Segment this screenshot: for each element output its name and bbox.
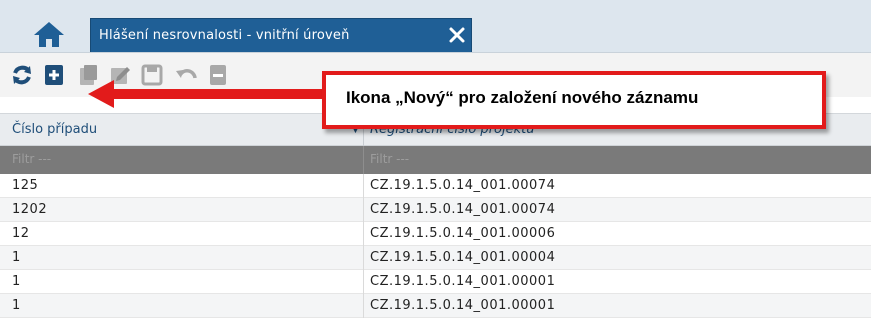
refresh-icon[interactable] <box>10 63 34 87</box>
case-number-cell: 125 <box>12 178 39 193</box>
project-number-cell: CZ.19.1.5.0.14_001.00001 <box>370 298 556 313</box>
callout-text: Ikona „Nový“ pro založení nového záznamu <box>346 88 699 107</box>
home-icon[interactable] <box>32 20 66 48</box>
table-row[interactable]: 1 CZ.19.1.5.0.14_001.00004 <box>0 246 871 270</box>
table-row[interactable]: 1 CZ.19.1.5.0.14_001.00001 <box>0 270 871 294</box>
table-row[interactable]: 12 CZ.19.1.5.0.14_001.00006 <box>0 222 871 246</box>
case-number-cell: 1 <box>12 274 21 289</box>
project-number-cell: CZ.19.1.5.0.14_001.00001 <box>370 274 556 289</box>
callout-box: Ikona „Nový“ pro založení nového záznamu <box>322 71 826 129</box>
filter-input-case-number[interactable]: Filtr --- <box>12 152 51 166</box>
filter-input-project-number[interactable]: Filtr --- <box>370 152 409 166</box>
column-divider <box>363 174 364 198</box>
column-divider <box>363 294 364 318</box>
column-divider <box>363 270 364 294</box>
project-number-cell: CZ.19.1.5.0.14_001.00004 <box>370 250 556 265</box>
column-divider <box>363 222 364 246</box>
column-divider <box>363 246 364 270</box>
table-row[interactable]: 1202 CZ.19.1.5.0.14_001.00074 <box>0 198 871 222</box>
case-number-cell: 1 <box>12 250 21 265</box>
new-record-icon[interactable] <box>42 63 66 87</box>
table-body: 125 CZ.19.1.5.0.14_001.00074 1202 CZ.19.… <box>0 174 871 318</box>
column-divider <box>363 146 364 174</box>
project-number-cell: CZ.19.1.5.0.14_001.00006 <box>370 226 556 241</box>
tab-hlaseni[interactable]: Hlášení nesrovnalosti - vnitřní úroveň <box>90 18 472 52</box>
table-row[interactable]: 125 CZ.19.1.5.0.14_001.00074 <box>0 174 871 198</box>
table-row[interactable]: 1 CZ.19.1.5.0.14_001.00001 <box>0 294 871 318</box>
data-grid: Číslo případu ▼ Registrační číslo projek… <box>0 96 871 329</box>
case-number-cell: 1 <box>12 298 21 313</box>
tab-title: Hlášení nesrovnalosti - vnitřní úroveň <box>99 28 350 43</box>
project-number-cell: CZ.19.1.5.0.14_001.00074 <box>370 202 556 217</box>
close-icon[interactable] <box>448 26 466 44</box>
column-header-case-number[interactable]: Číslo případu <box>12 122 97 137</box>
case-number-cell: 1202 <box>12 202 48 217</box>
filter-row: Filtr --- Filtr --- <box>0 146 871 174</box>
callout-arrow <box>88 80 328 108</box>
project-number-cell: CZ.19.1.5.0.14_001.00074 <box>370 178 556 193</box>
case-number-cell: 12 <box>12 226 30 241</box>
column-divider <box>363 198 364 222</box>
tab-bar: Hlášení nesrovnalosti - vnitřní úroveň <box>0 0 871 52</box>
